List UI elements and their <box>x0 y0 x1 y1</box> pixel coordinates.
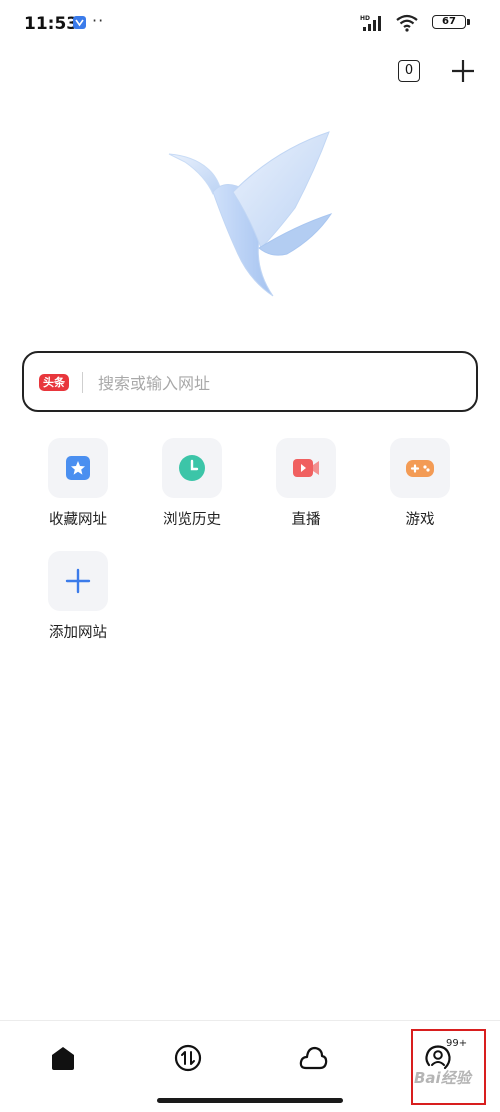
browser-bird-logo <box>168 131 333 297</box>
status-more-dots: ·· <box>92 11 105 30</box>
notification-app-icon <box>73 16 86 29</box>
search-divider <box>82 372 83 393</box>
signal-hd-label: HD <box>360 15 370 22</box>
tab-count-button[interactable]: 0 <box>398 60 420 82</box>
quick-link-label: 游戏 <box>405 512 435 528</box>
search-bar[interactable]: 头条 <box>22 351 478 412</box>
transfer-arrows-icon[interactable] <box>173 1043 203 1073</box>
video-camera-icon <box>276 438 336 498</box>
status-bar: 11:53 ·· HD 67 <box>0 0 500 46</box>
status-time: 11:53 <box>24 14 79 34</box>
baidu-watermark: Bai经验 <box>414 1069 471 1087</box>
battery-level: 67 <box>442 16 456 27</box>
home-indicator-bar[interactable] <box>157 1098 343 1103</box>
quick-link-live[interactable]: 直播 <box>261 438 351 548</box>
quick-link-add-site[interactable]: 添加网站 <box>33 551 123 661</box>
quick-link-label: 直播 <box>291 512 321 528</box>
quick-link-label: 收藏网址 <box>49 512 107 528</box>
search-input[interactable] <box>96 367 440 399</box>
home-icon[interactable] <box>48 1043 78 1073</box>
quick-link-games[interactable]: 游戏 <box>375 438 465 548</box>
clock-history-icon <box>162 438 222 498</box>
wifi-icon <box>396 14 418 32</box>
new-tab-button[interactable] <box>450 58 476 84</box>
quick-link-label: 添加网站 <box>49 625 107 641</box>
quick-link-bookmarks[interactable]: 收藏网址 <box>33 438 123 548</box>
quick-link-history[interactable]: 浏览历史 <box>147 438 237 548</box>
cellular-signal-icon: HD <box>360 15 381 31</box>
cloud-icon[interactable] <box>298 1043 328 1073</box>
star-bookmark-icon <box>48 438 108 498</box>
search-engine-badge[interactable]: 头条 <box>39 374 69 391</box>
plus-icon <box>48 551 108 611</box>
battery-icon: 67 <box>432 15 472 31</box>
quick-link-label: 浏览历史 <box>163 512 221 528</box>
gamepad-icon <box>390 438 450 498</box>
